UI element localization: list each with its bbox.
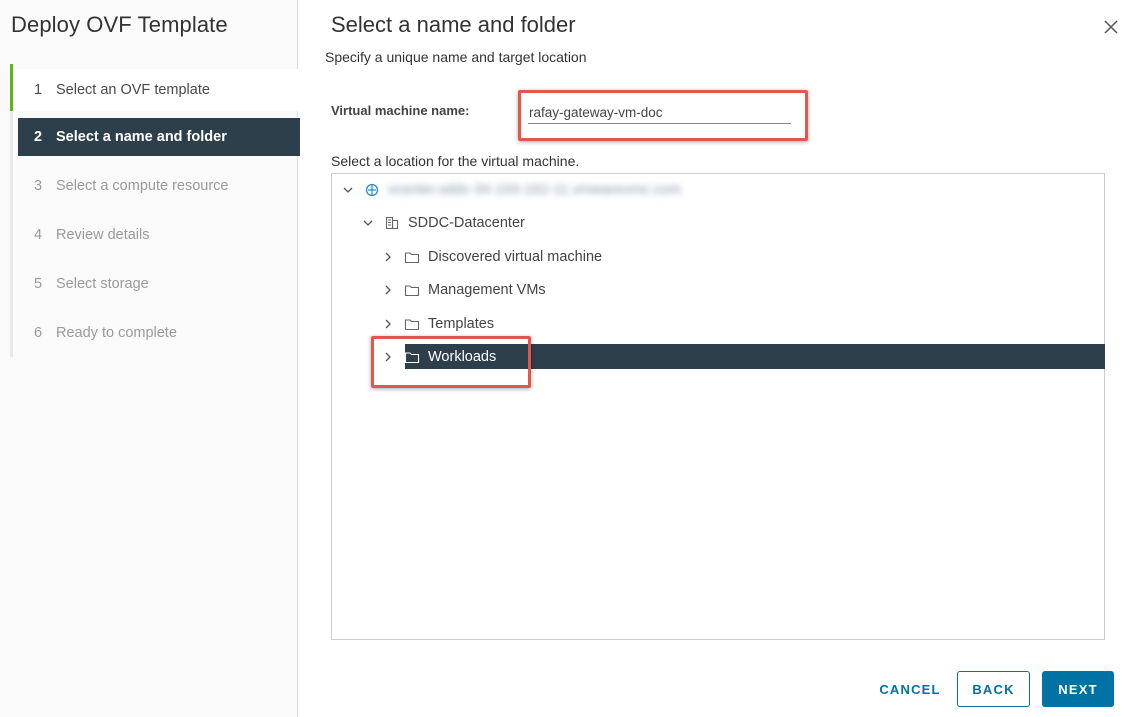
wizard-step-3: 3 Select a compute resource — [13, 167, 300, 205]
location-tree: vcenter.sddc-34-193-162-11.vmwarevmc.com… — [331, 173, 1105, 640]
tree-node-datacenter[interactable]: SDDC-Datacenter — [360, 209, 525, 237]
step-number: 1 — [34, 82, 43, 98]
page-subtitle: Specify a unique name and target locatio… — [325, 49, 587, 65]
datacenter-label: SDDC-Datacenter — [408, 215, 525, 231]
highlight-box-workloads — [371, 336, 531, 388]
wizard-step-6: 6 Ready to complete — [13, 314, 300, 352]
close-icon — [1104, 20, 1118, 34]
step-number: 4 — [34, 227, 43, 243]
chevron-right-icon[interactable] — [380, 282, 396, 298]
folder-label: Management VMs — [428, 282, 546, 298]
folder-icon — [404, 285, 420, 297]
wizard-step-2[interactable]: 2 Select a name and folder — [18, 118, 300, 156]
step-number: 6 — [34, 325, 43, 341]
wizard-step-5: 5 Select storage — [13, 265, 300, 303]
vm-name-input[interactable] — [528, 102, 791, 124]
datacenter-icon — [385, 216, 399, 230]
step-label: Select a compute resource — [56, 178, 229, 194]
wizard-nav: Deploy OVF Template 1 Select an OVF temp… — [0, 0, 300, 717]
next-button[interactable]: NEXT — [1042, 671, 1114, 707]
wizard-step-1[interactable]: 1 Select an OVF template — [13, 69, 300, 111]
folder-icon — [404, 252, 420, 264]
step-label: Review details — [56, 227, 150, 243]
folder-label: Templates — [428, 316, 495, 332]
back-button[interactable]: BACK — [957, 671, 1030, 707]
step-number: 2 — [34, 129, 43, 145]
step-label: Select an OVF template — [56, 82, 210, 98]
cancel-button[interactable]: CANCEL — [873, 671, 947, 707]
folder-label: Discovered virtual machine — [428, 249, 603, 265]
wizard-step-4: 4 Review details — [13, 216, 300, 254]
step-number: 3 — [34, 178, 43, 194]
wizard-steps: 1 Select an OVF template 2 Select a name… — [10, 64, 300, 357]
vm-name-label: Virtual machine name: — [331, 103, 470, 118]
step-number: 5 — [34, 276, 43, 292]
vcenter-icon — [365, 183, 379, 197]
folder-icon — [404, 319, 420, 331]
tree-node-vcenter[interactable]: vcenter.sddc-34-193-162-11.vmwarevmc.com — [340, 176, 681, 204]
location-label: Select a location for the virtual machin… — [331, 153, 580, 169]
chevron-down-icon[interactable] — [360, 215, 376, 231]
step-label: Select storage — [56, 276, 149, 292]
step-label: Select a name and folder — [56, 129, 227, 145]
step-label: Ready to complete — [56, 325, 177, 341]
tree-node-folder[interactable]: Templates — [380, 310, 494, 338]
wizard-title: Deploy OVF Template — [11, 12, 228, 37]
tree-node-folder[interactable]: Management VMs — [380, 276, 546, 304]
chevron-right-icon[interactable] — [380, 316, 396, 332]
vcenter-label: vcenter.sddc-34-193-162-11.vmwarevmc.com — [388, 182, 682, 198]
chevron-right-icon[interactable] — [380, 249, 396, 265]
chevron-down-icon[interactable] — [340, 182, 356, 198]
close-button[interactable] — [1100, 16, 1122, 38]
tree-node-folder[interactable]: Discovered virtual machine — [380, 243, 602, 271]
page-title: Select a name and folder — [331, 12, 576, 37]
